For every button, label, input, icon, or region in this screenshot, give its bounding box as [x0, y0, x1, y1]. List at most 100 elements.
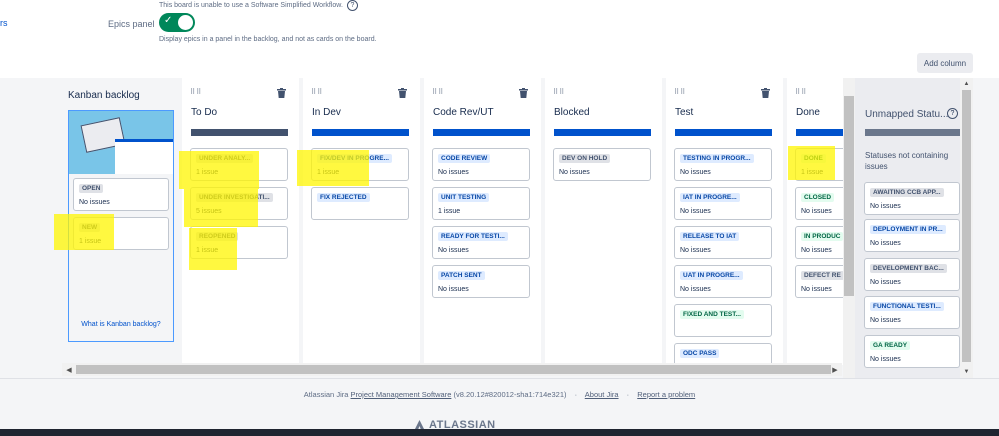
kanban-backlog-column: Kanban backlog OPEN No issues NEW 1 issu…	[62, 78, 182, 365]
unmapped-statuses-column: Unmapped Statu... ? Statuses not contain…	[852, 78, 973, 378]
column-in-dev: ⠿⠿ In Dev FIX/DEV IN PROGRE... 1 issue F…	[303, 78, 420, 365]
issue-count: 1 issue	[196, 169, 219, 176]
issue-count: No issues	[680, 169, 711, 176]
issue-count: No issues	[680, 208, 711, 215]
issue-count: No issues	[870, 317, 901, 324]
issue-count: 1 issue	[438, 208, 461, 215]
drag-handle-icon[interactable]: ⠿⠿	[432, 88, 444, 96]
unmapped-scrollbar[interactable]: ▲ ▼	[960, 78, 973, 378]
what-is-kanban-backlog-link[interactable]: What is Kanban backlog?	[69, 321, 173, 328]
status-card[interactable]: NEW 1 issue	[73, 217, 169, 250]
drag-handle-icon[interactable]: ⠿⠿	[190, 88, 202, 96]
drag-handle-icon[interactable]: ⠿⠿	[311, 88, 323, 96]
status-lozenge: PATCH SENT	[438, 271, 485, 280]
separator: ·	[626, 390, 630, 399]
column-test: ⠿⠿ Test TESTING IN PROGR... No issues IA…	[666, 78, 783, 376]
status-card[interactable]: IN PRODUC No issues	[795, 226, 849, 259]
status-card[interactable]: REOPENED 1 issue	[190, 226, 288, 259]
board: Kanban backlog OPEN No issues NEW 1 issu…	[62, 78, 973, 378]
board-horizontal-scrollbar[interactable]: ◀ ▶	[62, 363, 842, 376]
scrollbar-thumb[interactable]	[962, 90, 971, 362]
column-status-bar	[191, 129, 288, 136]
board-settings-area: rs This board is unable to use a Softwar…	[0, 0, 999, 78]
status-card[interactable]: FIX/DEV IN PROGRE... 1 issue	[311, 148, 409, 181]
issue-count: No issues	[870, 203, 901, 210]
status-card[interactable]: READY FOR TESTI... No issues	[432, 226, 530, 259]
trash-icon[interactable]	[277, 88, 286, 98]
issue-count: No issues	[870, 356, 901, 363]
footer-version: (v8.20.12#820012-sha1:714e321)	[453, 390, 567, 399]
status-card[interactable]: DEFECT RE No issues	[795, 265, 849, 298]
status-lozenge: UNDER ANALY...	[196, 154, 254, 163]
issue-count: No issues	[680, 286, 711, 293]
status-card[interactable]: FIXED AND TEST...	[674, 304, 772, 337]
status-card[interactable]: UNDER ANALY... 1 issue	[190, 148, 288, 181]
status-lozenge: UNIT TESTING	[438, 193, 490, 202]
scrollbar-thumb[interactable]	[844, 96, 854, 296]
status-card[interactable]: DEPLOYMENT IN PR... No issues	[864, 219, 960, 252]
status-card[interactable]: CLOSED No issues	[795, 187, 849, 220]
status-card[interactable]: FUNCTIONAL TESTI... No issues	[864, 296, 960, 329]
check-icon: ✓	[164, 15, 173, 26]
status-card[interactable]: UNDER INVESTIGATI... 5 issues	[190, 187, 288, 220]
scrollbar-thumb[interactable]	[76, 365, 831, 374]
issue-count: No issues	[438, 286, 469, 293]
status-card[interactable]: FIX REJECTED	[311, 187, 409, 220]
scroll-left-icon[interactable]: ◀	[62, 363, 76, 376]
product-link[interactable]: Project Management Software	[351, 390, 452, 399]
column-code-rev-ut: ⠿⠿ Code Rev/UT CODE REVIEW No issues UNI…	[424, 78, 541, 365]
status-card[interactable]: DEV ON HOLD No issues	[553, 148, 651, 181]
status-card[interactable]: UAT IN PROGRE... No issues	[674, 265, 772, 298]
status-lozenge: READY FOR TESTI...	[438, 232, 508, 241]
column-status-bar	[433, 129, 530, 136]
status-lozenge: UNDER INVESTIGATI...	[196, 193, 273, 202]
sidebar-item-partial[interactable]: rs	[0, 18, 8, 28]
about-jira-link[interactable]: About Jira	[585, 390, 619, 399]
status-card[interactable]: TESTING IN PROGR... No issues	[674, 148, 772, 181]
status-lozenge: DEV ON HOLD	[559, 154, 611, 163]
scroll-up-icon[interactable]: ▲	[960, 78, 973, 90]
issue-count: No issues	[801, 247, 832, 254]
status-card[interactable]: IAT IN PROGRE... No issues	[674, 187, 772, 220]
drag-handle-icon[interactable]: ⠿⠿	[553, 88, 565, 96]
status-card[interactable]: DONE 1 issue	[795, 148, 849, 181]
scroll-right-icon[interactable]: ▶	[828, 363, 842, 376]
column-name: In Dev	[312, 107, 341, 118]
status-card[interactable]: DEVELOPMENT BAC... No issues	[864, 258, 960, 291]
trash-icon[interactable]	[398, 88, 407, 98]
column-status-bar	[554, 129, 651, 136]
done-column-scrollbar[interactable]	[843, 78, 855, 378]
help-icon[interactable]: ?	[947, 108, 958, 119]
toggle-knob	[178, 15, 193, 30]
drag-handle-icon[interactable]: ⠿⠿	[674, 88, 686, 96]
help-icon[interactable]: ?	[346, 0, 358, 11]
issue-count: 1 issue	[79, 238, 102, 245]
trash-icon[interactable]	[519, 88, 528, 98]
status-card[interactable]: AWAITING CCB APP... No issues	[864, 182, 960, 215]
epics-panel-toggle[interactable]: ✓	[159, 13, 195, 32]
status-card[interactable]: RELEASE TO IAT No issues	[674, 226, 772, 259]
report-problem-link[interactable]: Report a problem	[637, 390, 695, 399]
epics-panel-label: Epics panel	[108, 19, 155, 29]
issue-count: No issues	[438, 247, 469, 254]
drag-handle-icon[interactable]: ⠿⠿	[795, 88, 807, 96]
status-card[interactable]: UNIT TESTING 1 issue	[432, 187, 530, 220]
column-name: Blocked	[554, 107, 590, 118]
status-card[interactable]: CODE REVIEW No issues	[432, 148, 530, 181]
status-lozenge: FIXED AND TEST...	[680, 310, 744, 319]
status-card[interactable]: GA READY No issues	[864, 335, 960, 368]
add-column-button[interactable]: Add column	[917, 53, 973, 73]
unmapped-title: Unmapped Statu...	[865, 109, 949, 120]
issue-count: 5 issues	[196, 208, 222, 215]
status-lozenge: OPEN	[79, 184, 104, 193]
column-name: Done	[796, 107, 820, 118]
column-status-bar	[796, 129, 849, 136]
status-card[interactable]: PATCH SENT No issues	[432, 265, 530, 298]
footer-prefix: Atlassian Jira	[303, 390, 349, 399]
status-card[interactable]: OPEN No issues	[73, 178, 169, 211]
scroll-down-icon[interactable]: ▼	[960, 366, 973, 378]
window-bottom-strip	[0, 429, 999, 436]
trash-icon[interactable]	[761, 88, 770, 98]
column-name: To Do	[191, 107, 218, 118]
unmapped-status-bar	[865, 129, 960, 136]
